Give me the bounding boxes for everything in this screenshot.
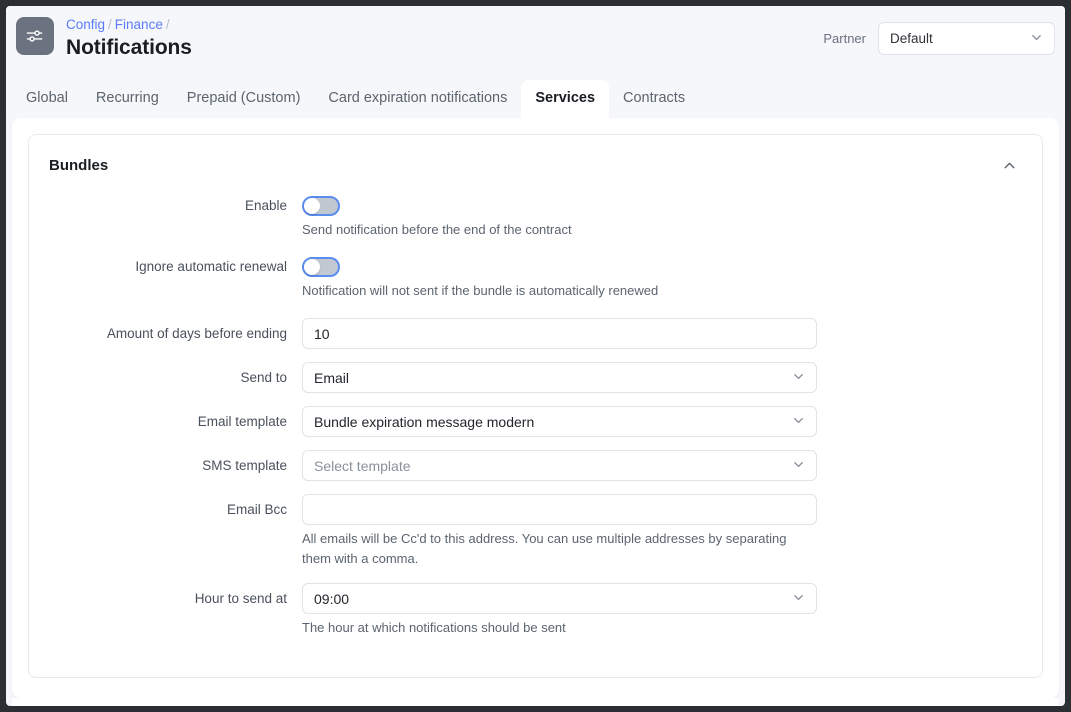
toggle-knob xyxy=(304,198,320,214)
chevron-down-icon xyxy=(1029,30,1044,48)
label-enable: Enable xyxy=(244,198,287,213)
send-to-select[interactable]: Email xyxy=(302,362,817,393)
chevron-down-icon xyxy=(791,413,806,431)
helper-ignore-automatic-renewal: Notification will not sent if the bundle… xyxy=(302,283,659,298)
field-row-sms-template: SMS template Select template xyxy=(29,450,1042,481)
field-enable: Send notification before the end of the … xyxy=(302,196,817,240)
breadcrumb-separator-2: / xyxy=(165,17,170,32)
hour-to-send-at-value: 09:00 xyxy=(314,590,350,607)
chevron-down-icon xyxy=(791,369,806,387)
send-to-value: Email xyxy=(314,369,350,386)
field-row-email-bcc: Email Bcc All emails will be Cc'd to thi… xyxy=(29,494,1042,569)
sliders-icon xyxy=(16,17,54,55)
field-row-ignore-automatic-renewal: Ignore automatic renewal Notification wi… xyxy=(29,257,1042,301)
sms-template-select[interactable]: Select template xyxy=(302,450,817,481)
field-row-enable: Enable Send notification before the end … xyxy=(29,196,1042,240)
bundles-panel-title: Bundles xyxy=(49,156,109,174)
tab-recurring[interactable]: Recurring xyxy=(82,80,173,118)
tab-contracts[interactable]: Contracts xyxy=(609,80,699,118)
content-card: Bundles Enable Send notification before … xyxy=(12,118,1059,698)
sms-template-placeholder: Select template xyxy=(314,457,411,474)
partner-select[interactable]: Default xyxy=(878,22,1055,55)
field-row-days-before-ending: Amount of days before ending 10 xyxy=(29,318,1042,349)
email-bcc-input[interactable] xyxy=(302,494,817,525)
partner-label: Partner xyxy=(823,31,866,46)
label-sms-template: SMS template xyxy=(202,458,287,473)
app-viewport: Config / Finance / Notifications Partner De… xyxy=(0,0,1071,712)
field-email-bcc: All emails will be Cc'd to this address.… xyxy=(302,494,817,569)
field-row-hour-to-send-at: Hour to send at 09:00 The hour at which … xyxy=(29,583,1042,638)
page-title: Notifications xyxy=(66,36,192,59)
chevron-up-icon[interactable] xyxy=(996,152,1022,178)
days-before-ending-input[interactable]: 10 xyxy=(302,318,817,349)
enable-toggle[interactable] xyxy=(302,196,340,216)
tab-card-expiration-notifications[interactable]: Card expiration notifications xyxy=(314,80,521,118)
field-row-send-to: Send to Email xyxy=(29,362,1042,393)
tab-global[interactable]: Global xyxy=(12,80,82,118)
page-footer: Save xyxy=(12,698,1059,706)
days-before-ending-value: 10 xyxy=(314,325,330,342)
breadcrumb-item-finance[interactable]: Finance xyxy=(115,17,163,32)
chevron-down-icon xyxy=(791,457,806,475)
label-days-before-ending: Amount of days before ending xyxy=(106,326,287,341)
label-ignore-automatic-renewal: Ignore automatic renewal xyxy=(135,259,287,274)
breadcrumb: Config / Finance / xyxy=(66,15,192,33)
email-template-value: Bundle expiration message modern xyxy=(314,413,535,430)
email-template-select[interactable]: Bundle expiration message modern xyxy=(302,406,817,437)
tab-services[interactable]: Services xyxy=(521,80,610,118)
header-right: Partner Default xyxy=(823,22,1055,55)
field-email-template: Bundle expiration message modern xyxy=(302,406,817,437)
field-ignore-automatic-renewal: Notification will not sent if the bundle… xyxy=(302,257,817,301)
chevron-down-icon xyxy=(791,590,806,608)
label-send-to: Send to xyxy=(240,370,287,385)
field-send-to: Email xyxy=(302,362,817,393)
toggle-knob xyxy=(304,259,320,275)
field-hour-to-send-at: 09:00 The hour at which notifications sh… xyxy=(302,583,817,638)
field-days-before-ending: 10 xyxy=(302,318,817,349)
field-row-email-template: Email template Bundle expiration message… xyxy=(29,406,1042,437)
helper-hour-to-send-at: The hour at which notifications should b… xyxy=(302,620,566,635)
tab-prepaid-custom[interactable]: Prepaid (Custom) xyxy=(173,80,315,118)
label-email-bcc: Email Bcc xyxy=(226,502,287,517)
bundles-panel-body: Enable Send notification before the end … xyxy=(29,184,1042,677)
helper-email-bcc: All emails will be Cc'd to this address.… xyxy=(302,531,787,566)
hour-to-send-at-select[interactable]: 09:00 xyxy=(302,583,817,614)
header-titles: Config / Finance / Notifications xyxy=(66,15,192,61)
label-hour-to-send-at: Hour to send at xyxy=(194,591,287,606)
helper-enable: Send notification before the end of the … xyxy=(302,222,572,237)
page-header: Config / Finance / Notifications Partner De… xyxy=(6,6,1065,72)
breadcrumb-separator-1: / xyxy=(108,17,112,32)
bundles-panel: Bundles Enable Send notification before … xyxy=(28,134,1043,678)
partner-select-value: Default xyxy=(890,31,933,46)
header-left: Config / Finance / Notifications xyxy=(16,15,192,61)
breadcrumb-item-config[interactable]: Config xyxy=(66,17,105,32)
ignore-automatic-renewal-toggle[interactable] xyxy=(302,257,340,277)
bundles-panel-header: Bundles xyxy=(29,135,1042,184)
label-email-template: Email template xyxy=(197,414,287,429)
tab-bar: Global Recurring Prepaid (Custom) Card e… xyxy=(6,72,1065,118)
field-sms-template: Select template xyxy=(302,450,817,481)
